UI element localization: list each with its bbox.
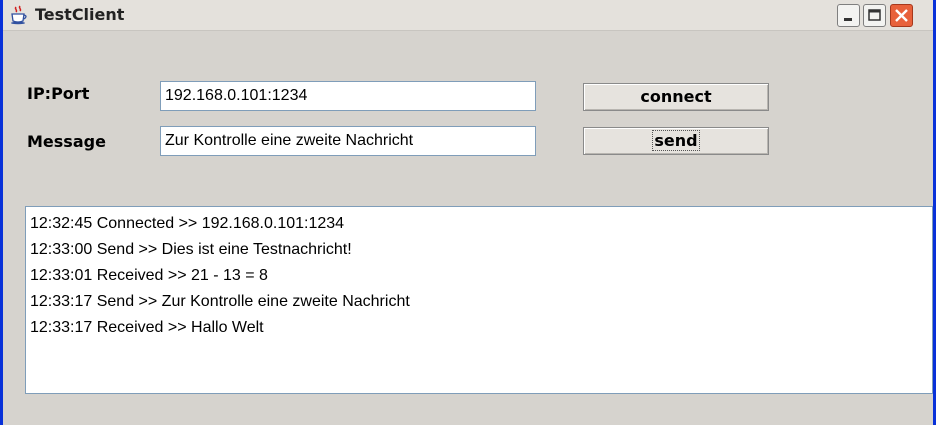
connect-button[interactable]: connect bbox=[583, 83, 769, 111]
app-window: TestClient IP:Port 192.168.0.101:1234 co… bbox=[0, 0, 936, 425]
message-log[interactable]: 12:32:45 Connected >> 192.168.0.101:1234… bbox=[25, 206, 933, 394]
log-line: 12:33:17 Received >> Hallo Welt bbox=[30, 319, 264, 336]
ip-port-input[interactable]: 192.168.0.101:1234 bbox=[160, 81, 536, 111]
maximize-icon bbox=[868, 9, 881, 21]
log-line: 12:32:45 Connected >> 192.168.0.101:1234 bbox=[30, 215, 345, 232]
close-button[interactable] bbox=[890, 4, 913, 27]
java-cup-icon bbox=[9, 5, 29, 25]
send-button-label: send bbox=[652, 130, 700, 151]
title-bar[interactable]: TestClient bbox=[3, 0, 933, 31]
send-button[interactable]: send bbox=[583, 127, 769, 155]
window-title: TestClient bbox=[35, 5, 125, 24]
minimize-button[interactable] bbox=[837, 4, 860, 27]
log-line: 12:33:00 Send >> Dies ist eine Testnachr… bbox=[30, 241, 352, 258]
message-label: Message bbox=[27, 132, 106, 151]
minimize-icon bbox=[844, 18, 852, 21]
message-input[interactable]: Zur Kontrolle eine zweite Nachricht bbox=[160, 126, 536, 156]
close-icon bbox=[895, 9, 908, 22]
ip-port-label: IP:Port bbox=[27, 84, 90, 103]
log-line: 12:33:17 Send >> Zur Kontrolle eine zwei… bbox=[30, 293, 410, 310]
log-line: 12:33:01 Received >> 21 - 13 = 8 bbox=[30, 267, 268, 284]
maximize-button[interactable] bbox=[863, 4, 886, 27]
